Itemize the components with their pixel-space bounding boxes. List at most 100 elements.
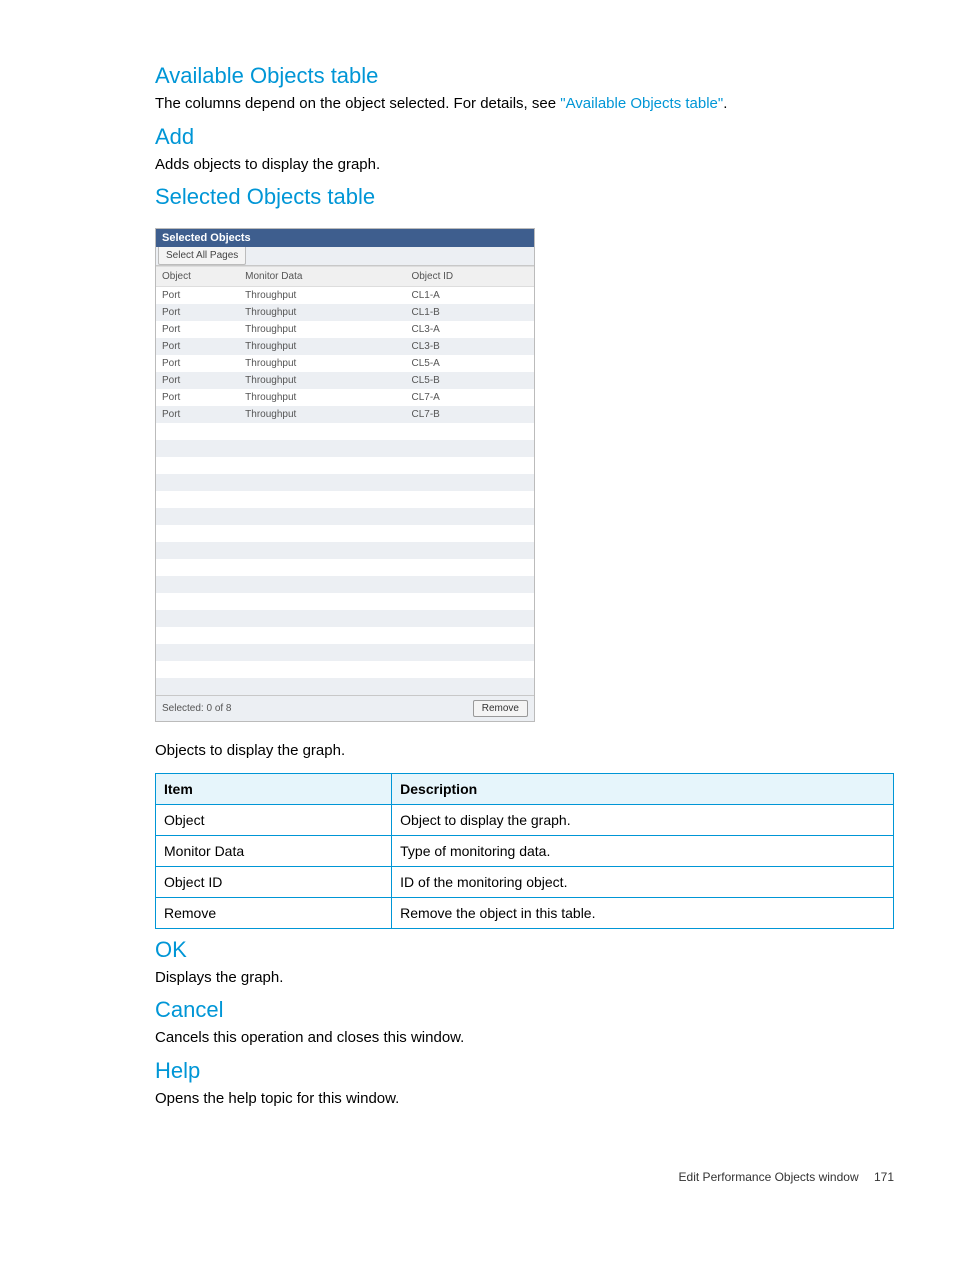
cell-empty	[489, 542, 534, 559]
cell-empty	[489, 525, 534, 542]
cell: Throughput	[239, 355, 405, 372]
cell-empty	[405, 542, 488, 559]
cell: CL7-A	[405, 389, 488, 406]
cell-empty	[156, 610, 239, 627]
cell-empty	[156, 491, 239, 508]
cell-empty	[239, 423, 405, 440]
desc-item: Object ID	[156, 866, 392, 897]
link-available-objects[interactable]: "Available Objects table"	[560, 95, 723, 112]
text-add: Adds objects to display the graph.	[155, 154, 894, 177]
ss-table: Object Monitor Data Object ID PortThroug…	[156, 266, 534, 695]
table-row-empty	[156, 525, 534, 542]
table-row-empty	[156, 678, 534, 695]
table-row[interactable]: PortThroughputCL5-B	[156, 372, 534, 389]
cell-empty	[156, 678, 239, 695]
cell-empty	[156, 593, 239, 610]
table-row-empty	[156, 559, 534, 576]
cell: Throughput	[239, 406, 405, 423]
cell-empty	[239, 508, 405, 525]
cell-empty	[156, 423, 239, 440]
table-row-empty	[156, 491, 534, 508]
table-row-empty	[156, 457, 534, 474]
cell	[489, 287, 534, 305]
table-row[interactable]: PortThroughputCL3-A	[156, 321, 534, 338]
remove-button[interactable]: Remove	[473, 700, 528, 717]
cell: CL1-B	[405, 304, 488, 321]
table-row[interactable]: PortThroughputCL7-B	[156, 406, 534, 423]
cell	[489, 338, 534, 355]
cell-empty	[405, 661, 488, 678]
table-row-empty	[156, 508, 534, 525]
cell-empty	[489, 644, 534, 661]
text-available-after: .	[723, 95, 727, 112]
table-row-empty	[156, 593, 534, 610]
heading-available-objects: Available Objects table	[155, 63, 894, 89]
cell-empty	[156, 508, 239, 525]
cell-empty	[489, 559, 534, 576]
table-row-empty	[156, 474, 534, 491]
cell	[489, 389, 534, 406]
cell: Port	[156, 389, 239, 406]
table-row-empty	[156, 440, 534, 457]
cell-empty	[239, 661, 405, 678]
selected-objects-screenshot: Selected Objects Select All Pages Object…	[155, 228, 535, 722]
desc-row: Object IDID of the monitoring object.	[156, 866, 894, 897]
cell: CL5-A	[405, 355, 488, 372]
cell-empty	[239, 576, 405, 593]
cell-empty	[405, 423, 488, 440]
cell	[489, 372, 534, 389]
cell-empty	[405, 491, 488, 508]
table-row-empty	[156, 661, 534, 678]
cell-empty	[239, 593, 405, 610]
heading-add: Add	[155, 124, 894, 150]
table-row[interactable]: PortThroughputCL3-B	[156, 338, 534, 355]
cell-empty	[156, 542, 239, 559]
desc-col-description: Description	[392, 773, 894, 804]
cell-empty	[405, 559, 488, 576]
cell: CL5-B	[405, 372, 488, 389]
cell: Port	[156, 372, 239, 389]
cell-empty	[239, 491, 405, 508]
cell-empty	[405, 508, 488, 525]
cell: Port	[156, 406, 239, 423]
cell-empty	[405, 440, 488, 457]
table-row-empty	[156, 610, 534, 627]
text-help: Opens the help topic for this window.	[155, 1088, 894, 1111]
heading-selected-objects: Selected Objects table	[155, 184, 894, 210]
table-row[interactable]: PortThroughputCL7-A	[156, 389, 534, 406]
cell	[489, 304, 534, 321]
select-all-pages-button[interactable]: Select All Pages	[158, 247, 246, 265]
cell-empty	[239, 525, 405, 542]
cell-empty	[405, 576, 488, 593]
ss-col-monitor-data: Monitor Data	[239, 267, 405, 287]
desc-description: Remove the object in this table.	[392, 897, 894, 928]
cell-empty	[489, 593, 534, 610]
cell	[489, 406, 534, 423]
heading-help: Help	[155, 1058, 894, 1084]
table-row[interactable]: PortThroughputCL1-B	[156, 304, 534, 321]
cell-empty	[239, 559, 405, 576]
cell-empty	[239, 627, 405, 644]
table-row-empty	[156, 576, 534, 593]
cell-empty	[405, 457, 488, 474]
ss-footer: Selected: 0 of 8 Remove	[156, 695, 534, 721]
ss-status: Selected: 0 of 8	[162, 703, 232, 714]
table-row-empty	[156, 644, 534, 661]
cell-empty	[405, 627, 488, 644]
text-selected-desc: Objects to display the graph.	[155, 740, 894, 763]
cell-empty	[156, 440, 239, 457]
cell	[489, 355, 534, 372]
cell-empty	[156, 644, 239, 661]
page-number: 171	[874, 1170, 894, 1184]
table-row[interactable]: PortThroughputCL5-A	[156, 355, 534, 372]
cell-empty	[156, 627, 239, 644]
cell: Throughput	[239, 304, 405, 321]
desc-item: Remove	[156, 897, 392, 928]
table-row[interactable]: PortThroughputCL1-A	[156, 287, 534, 305]
cell: Throughput	[239, 338, 405, 355]
cell-empty	[405, 678, 488, 695]
cell-empty	[405, 610, 488, 627]
desc-row: ObjectObject to display the graph.	[156, 804, 894, 835]
page-footer: Edit Performance Objects window 171	[155, 1170, 894, 1184]
cell: Port	[156, 321, 239, 338]
